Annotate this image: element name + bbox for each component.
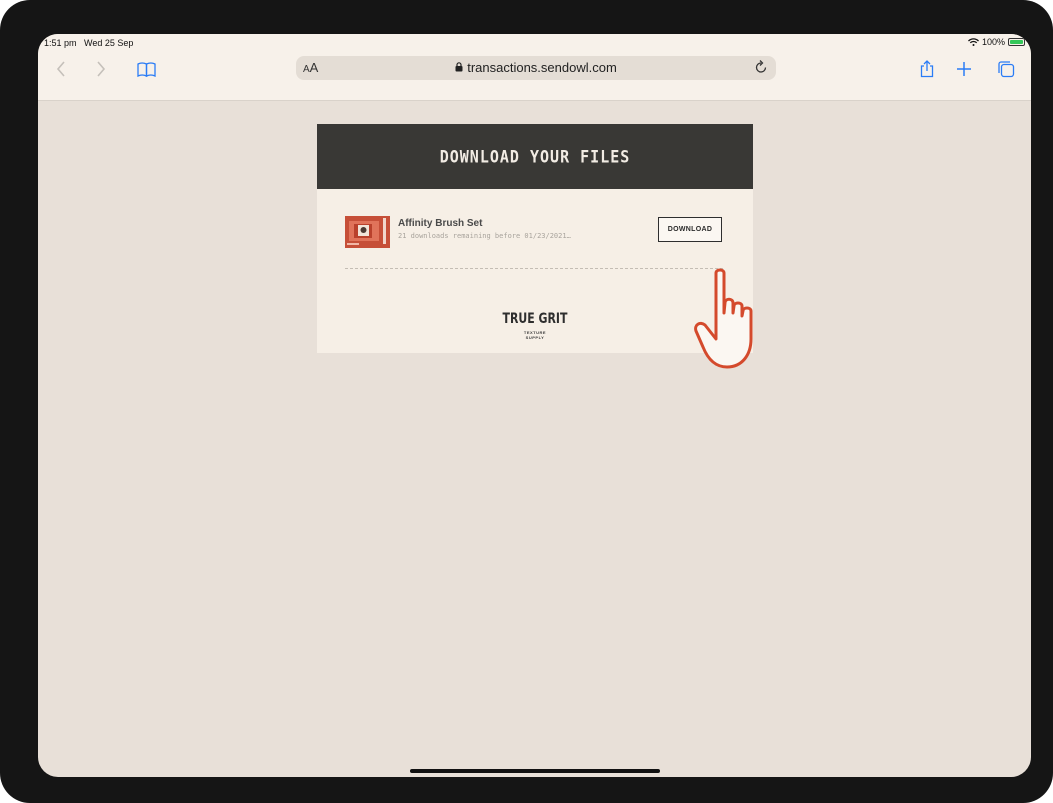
share-icon: [920, 60, 934, 78]
bookmarks-icon: [136, 61, 156, 77]
brand-logo-line2: SUPPLY: [525, 335, 545, 340]
reload-icon: [755, 60, 767, 73]
url-display[interactable]: transactions.sendowl.com: [296, 60, 776, 75]
new-tab-icon: [957, 62, 971, 76]
status-time: 1:51 pm: [44, 38, 77, 48]
download-button[interactable]: DOWNLOAD: [658, 217, 722, 242]
download-card: DOWNLOAD YOUR FILES Affinity Brush Set 2…: [317, 124, 753, 353]
status-date: Wed 25 Sep: [84, 38, 134, 48]
home-indicator[interactable]: [410, 769, 660, 773]
tabs-icon: [998, 61, 1015, 78]
card-header: DOWNLOAD YOUR FILES: [317, 124, 753, 189]
brand-logo: TRUE GRIT: [502, 311, 568, 327]
back-icon: [56, 61, 65, 77]
url-text: transactions.sendowl.com: [467, 60, 617, 75]
share-button[interactable]: [918, 54, 936, 84]
status-bar: 1:51 pm Wed 25 Sep 100%: [38, 34, 1031, 54]
lock-icon: [455, 62, 463, 72]
safari-toolbar: AA transactions.sendowl.com: [38, 54, 1031, 101]
page-title: DOWNLOAD YOUR FILES: [439, 146, 631, 167]
tabs-button[interactable]: [996, 54, 1016, 84]
new-tab-button[interactable]: [954, 54, 974, 84]
screen: 1:51 pm Wed 25 Sep 100% AA transactions.…: [38, 34, 1031, 777]
wifi-icon: [968, 38, 979, 46]
forward-icon: [97, 61, 106, 77]
battery-percent: 100%: [981, 37, 1005, 47]
reload-button[interactable]: [754, 59, 768, 80]
divider: [345, 268, 723, 269]
ipad-frame: 1:51 pm Wed 25 Sep 100% AA transactions.…: [0, 0, 1053, 803]
address-bar[interactable]: AA transactions.sendowl.com: [296, 56, 776, 80]
forward-button[interactable]: [92, 54, 110, 84]
status-right: 100%: [968, 37, 1025, 47]
back-button[interactable]: [52, 54, 70, 84]
item-downloads-remaining: 21 downloads remaining before 01/23/2021…: [398, 232, 571, 240]
bookmarks-button[interactable]: [135, 54, 157, 84]
product-thumbnail: [345, 216, 390, 248]
battery-icon: [1008, 38, 1025, 46]
item-name: Affinity Brush Set: [398, 218, 483, 229]
